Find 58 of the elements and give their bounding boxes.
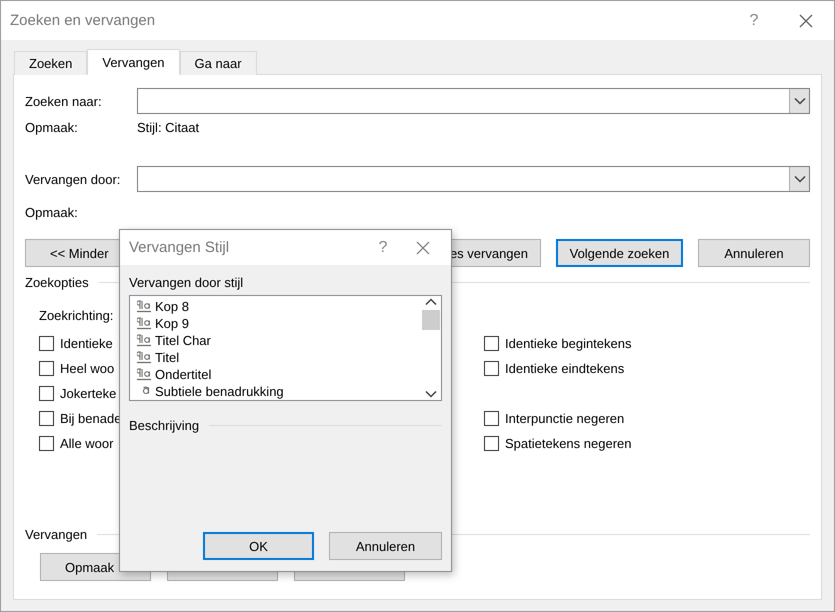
section-title: Zoekopties	[25, 275, 89, 290]
checkbox[interactable]	[39, 361, 54, 376]
paragraph-style-icon	[137, 317, 151, 330]
checkbox[interactable]	[484, 361, 499, 376]
tab[interactable]: Vervangen	[87, 49, 180, 75]
tab[interactable]: Zoeken	[14, 51, 88, 75]
scrollbar-thumb[interactable]	[422, 310, 440, 330]
checkbox[interactable]	[484, 411, 499, 426]
window-title: Zoeken en vervangen	[10, 12, 156, 29]
section-title: Beschrijving	[129, 418, 200, 433]
scroll-down-icon	[425, 390, 437, 398]
close-icon	[416, 240, 430, 254]
direction-label: Zoekrichting:	[39, 308, 114, 323]
list-item[interactable]: Ondertitel	[137, 366, 421, 383]
checkbox-label[interactable]: Interpunctie negeren	[505, 411, 624, 426]
checkbox[interactable]	[39, 436, 54, 451]
field-label: Vervangen door:	[25, 172, 122, 186]
format-value: Stijl: Citaat	[137, 120, 200, 135]
cancel-button[interactable]: Annuleren	[329, 532, 442, 560]
format-label: Opmaak:	[25, 205, 79, 220]
checkbox-label[interactable]: Jokerteke	[60, 386, 116, 401]
ok-button[interactable]: OK	[203, 532, 314, 560]
list-item[interactable]: Kop 9	[137, 315, 421, 332]
checkbox[interactable]	[39, 386, 54, 401]
search-field[interactable]	[137, 88, 810, 114]
list-item[interactable]: Kop 8	[137, 298, 421, 315]
close-icon	[799, 14, 813, 28]
checkbox[interactable]	[39, 336, 54, 351]
scrollbar[interactable]	[421, 296, 441, 400]
list-item[interactable]: Titel Char	[137, 332, 421, 349]
checkbox[interactable]	[484, 336, 499, 351]
paragraph-style-icon	[137, 300, 151, 313]
list-item[interactable]: Titel	[137, 349, 421, 366]
replace-field[interactable]	[137, 166, 810, 192]
dropdown-chevron-icon	[794, 175, 806, 183]
checkbox-label[interactable]: Alle woor	[60, 436, 114, 451]
checkbox[interactable]	[484, 436, 499, 451]
checkbox[interactable]	[39, 411, 54, 426]
list-label: Vervangen door stijl	[129, 275, 244, 290]
checkbox-label[interactable]: Identieke begintekens	[505, 336, 632, 351]
format-label: Opmaak:	[25, 120, 79, 135]
checkbox-label[interactable]: Identieke eindtekens	[505, 361, 624, 376]
style-list[interactable]: Kop 8 Kop 9 Titel Char Titel Ondertitel Subtiele benadrukking	[129, 295, 442, 401]
section-title: Vervangen	[25, 527, 88, 542]
paragraph-style-icon	[137, 368, 151, 381]
field-label: Zoeken naar:	[25, 94, 103, 108]
checkbox-label[interactable]: Identieke	[60, 336, 113, 351]
paragraph-style-icon	[137, 334, 151, 347]
checkbox-label[interactable]: Spatietekens negeren	[505, 436, 632, 451]
dropdown-chevron-icon	[794, 97, 806, 105]
checkbox-label[interactable]: Heel woo	[60, 361, 114, 376]
checkbox-label[interactable]: Bij benade	[60, 411, 122, 426]
list-item[interactable]: Subtiele benadrukking	[137, 383, 421, 400]
tab[interactable]: Ga naar	[180, 51, 257, 75]
scroll-up-icon	[425, 298, 437, 306]
paragraph-style-icon	[137, 351, 151, 364]
find-next-button[interactable]: Volgende zoeken	[556, 239, 683, 267]
cancel-button[interactable]: Annuleren	[698, 239, 810, 267]
